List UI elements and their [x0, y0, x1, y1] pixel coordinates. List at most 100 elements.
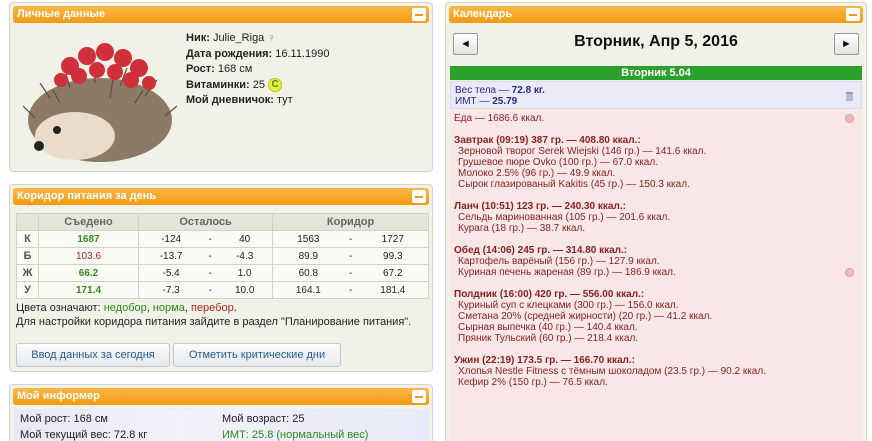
collapse-icon[interactable] — [412, 8, 426, 21]
collapse-icon[interactable] — [412, 390, 426, 403]
meal-item: Сырная выпечка (40 гр.) — 140.4 ккал. — [458, 322, 638, 333]
row-label: Ж — [16, 264, 39, 282]
dash: - — [343, 281, 358, 299]
color-legend: Цвета означают: недобор, норма, перебор.… — [16, 301, 426, 329]
nick-label: Ник: — [186, 32, 210, 44]
left-max-cell: 10.0 — [217, 281, 274, 299]
informer-age: Мой возраст: 25 — [222, 413, 305, 425]
table-header-row: Съедено Осталось Коридор — [16, 213, 429, 231]
informer-panel-title: Мой информер — [17, 390, 100, 402]
eaten-cell: 103.6 — [38, 247, 139, 265]
corridor-min-cell: 60.8 — [272, 264, 344, 282]
legend-under: недобор — [103, 302, 147, 314]
informer-bmi: ИМТ: 25.8 (нормальный вес) — [222, 429, 369, 441]
apple-icon[interactable] — [845, 268, 854, 277]
collapse-icon[interactable] — [846, 8, 860, 21]
personal-panel-header: Личные данные — [13, 6, 429, 23]
eaten-cell: 171.4 — [38, 281, 139, 299]
corridor-panel: Коридор питания за день Съедено Осталось… — [9, 184, 433, 372]
calendar-panel-title: Календарь — [453, 8, 513, 20]
avatar — [22, 43, 178, 162]
vitamin-badge-icon[interactable]: C — [268, 77, 283, 92]
meal-title: Завтрак (09:19) 387 гр. — 408.80 ккал.: — [454, 135, 641, 146]
meal-item: Картофель варёный (156 гр.) — 127.9 ккал… — [458, 256, 660, 267]
diary-label: Мой дневничок: — [186, 94, 274, 106]
informer-panel-header: Мой информер — [13, 388, 429, 405]
calendar-panel: Календарь Вторник, Апр 5, 2016 ◄ ► Вторн… — [445, 2, 867, 441]
meal-title: Обед (14:06) 245 гр. — 314.80 ккал.: — [454, 245, 628, 256]
meal-item: Куриная печень жареная (89 гр.) — 186.9 … — [458, 267, 676, 278]
corridor-min-cell: 89.9 — [272, 247, 344, 265]
meal-item: Пряник Тульский (60 гр.) — 218.4 ккал. — [458, 333, 639, 344]
informer-panel: Мой информер Мой рост: 168 см Мой текущи… — [9, 384, 433, 441]
col-header: Съедено — [38, 213, 139, 231]
mark-critical-days-button[interactable]: Отметить критические дни — [173, 343, 341, 367]
birth-value: 16.11.1990 — [275, 47, 330, 60]
meal-item: Куриный суп с клецками (300 гр.) — 156.0… — [458, 300, 679, 311]
meal-item: Сельдь маринованная (105 гр.) — 201.6 кк… — [458, 212, 671, 223]
personal-panel-title: Личные данные — [17, 8, 105, 20]
table-row: У 171.4 -7.3 - 10.0 164.1 - 181.4 — [16, 281, 429, 299]
left-min-cell: -13.7 — [138, 247, 204, 265]
trash-icon[interactable] — [846, 92, 853, 101]
height-value: 168 см — [217, 63, 253, 75]
table-row: Ж 66.2 -5.4 - 1.0 60.8 - 67.2 — [16, 264, 429, 282]
meal-item: Хлопья Nestle Fitness с тёмным шоколадом… — [458, 366, 766, 377]
weight-value: 72.8 кг. — [511, 85, 545, 96]
food-total: Еда — 1686.6 ккал. — [454, 113, 545, 124]
col-header — [16, 213, 39, 231]
left-max-cell: -4.3 — [217, 247, 274, 265]
left-min-cell: -124 — [138, 230, 204, 248]
dash: - — [203, 230, 218, 248]
meal-item: Сырок глазированый Kakitis (45 гр.) — 15… — [458, 179, 690, 190]
food-box: Еда — 1686.6 ккал. Завтрак (09:19) 387 г… — [450, 110, 862, 441]
corridor-panel-header: Коридор питания за день — [13, 188, 429, 205]
vitamin-label: Витаминки: — [186, 78, 250, 91]
corridor-min-cell: 1563 — [272, 230, 344, 248]
eaten-cell: 1687 — [38, 230, 139, 248]
weight-label: Вес тела — — [455, 85, 512, 96]
meal-item: Сметана 20% (средней жирности) (20 гр.) … — [458, 311, 713, 322]
dash: - — [203, 264, 218, 282]
calendar-date: Вторник, Апр 5, 2016 — [574, 33, 738, 50]
legend-over: перебор — [190, 302, 234, 314]
left-max-cell: 40 — [217, 230, 274, 248]
meal-title: Ланч (10:51) 123 гр. — 240.30 ккал.: — [454, 201, 626, 212]
row-label: У — [16, 281, 39, 299]
prev-day-button[interactable]: ◄ — [453, 33, 478, 55]
meal-item: Грушевое пюре Ovko (100 гр.) — 67.0 ккал… — [458, 157, 658, 168]
bmi-value: 25.79 — [492, 96, 518, 107]
table-row: К 1687 -124 - 40 1563 - 1727 — [16, 230, 429, 248]
corridor-max-cell: 67.2 — [357, 264, 429, 282]
meal-item: Зерновой творог Serek Wiejski (146 гр.) … — [458, 146, 707, 157]
col-header: Осталось — [137, 213, 274, 231]
meal-item: Кефир 2% (150 гр.) — 76.5 ккал. — [458, 377, 608, 388]
input-today-button[interactable]: Ввод данных за сегодня — [16, 343, 170, 367]
personal-info: Ник: Julie_Riga ♀ Дата рождения: 16.11.1… — [186, 31, 330, 109]
meal-title: Полдник (16:00) 420 гр. — 556.00 ккал.: — [454, 289, 645, 300]
corridor-min-cell: 164.1 — [272, 281, 344, 299]
apple-icon[interactable] — [845, 114, 854, 123]
calendar-panel-header: Календарь — [449, 6, 863, 23]
corridor-hint: Для настройки коридора питания зайдите в… — [16, 316, 412, 328]
col-header: Коридор — [272, 213, 429, 231]
legend-norm: норма — [152, 302, 185, 314]
dash: - — [203, 281, 218, 299]
female-icon: ♀ — [267, 32, 276, 44]
next-day-button[interactable]: ► — [834, 33, 859, 55]
day-header: Вторник 5.04 — [450, 66, 862, 80]
corridor-panel-title: Коридор питания за день — [17, 190, 157, 202]
dash: - — [203, 247, 218, 265]
meal-item: Курага (18 гр.) — 38.7 ккал. — [458, 223, 586, 234]
row-label: Б — [16, 247, 39, 265]
vitamin-value: 25 — [252, 78, 265, 91]
dash: - — [343, 264, 358, 282]
collapse-icon[interactable] — [412, 190, 426, 203]
meal-title: Ужин (22:19) 173.5 гр. — 166.70 ккал.: — [454, 355, 635, 366]
height-label: Рост: — [186, 63, 215, 75]
dash: - — [343, 247, 358, 265]
birth-label: Дата рождения: — [186, 47, 273, 60]
diary-link[interactable]: тут — [277, 94, 293, 106]
nick-value[interactable]: Julie_Riga — [213, 32, 264, 44]
eaten-cell: 66.2 — [38, 264, 139, 282]
